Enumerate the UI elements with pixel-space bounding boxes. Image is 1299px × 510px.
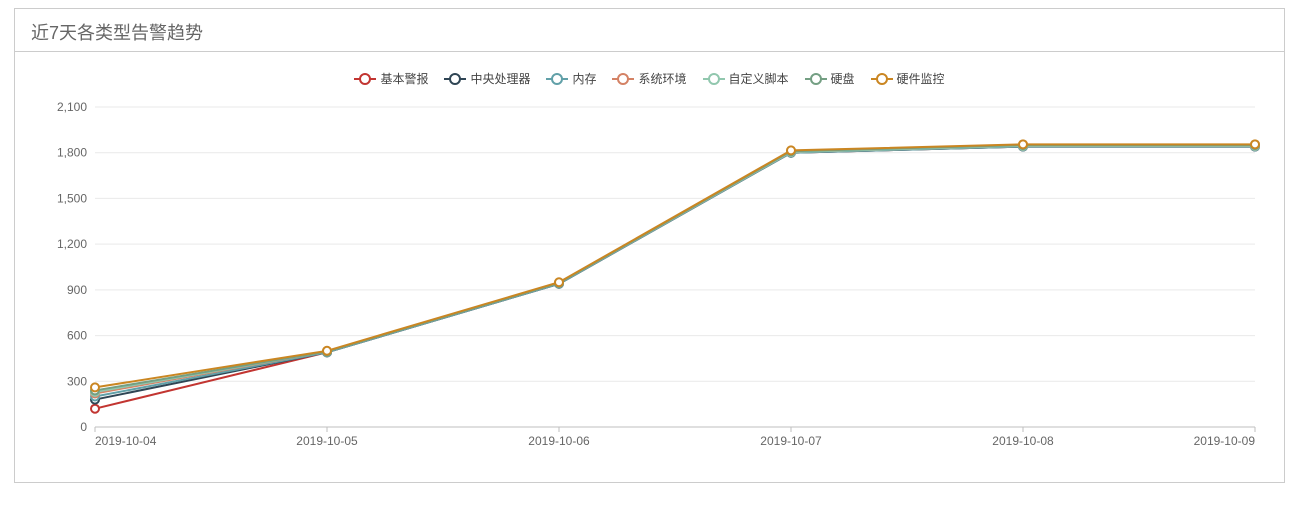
- legend-label: 基本警报: [380, 70, 428, 87]
- series-line-0: [95, 147, 1255, 409]
- legend-item-6[interactable]: 硬件监控: [871, 70, 945, 87]
- y-tick-label: 1,800: [57, 146, 87, 160]
- x-tick-label: 2019-10-08: [992, 434, 1054, 448]
- legend-swatch-icon: [444, 74, 466, 84]
- series-point[interactable]: [91, 405, 99, 413]
- y-tick-label: 1,200: [57, 237, 87, 251]
- legend-label: 系统环境: [638, 70, 686, 87]
- card-title: 近7天各类型告警趋势: [15, 9, 1284, 52]
- legend-label: 内存: [572, 70, 596, 87]
- x-tick-label: 2019-10-09: [1194, 434, 1256, 448]
- x-tick-label: 2019-10-04: [95, 434, 157, 448]
- chart-card: 近7天各类型告警趋势 基本警报 中央处理器 内存 系统环境 自定义脚本 硬盘 硬件监控 0 3…: [14, 8, 1285, 483]
- y-tick-label: 600: [67, 329, 87, 343]
- x-tick-label: 2019-10-05: [296, 434, 358, 448]
- x-tick-label: 2019-10-06: [528, 434, 590, 448]
- legend-swatch-icon: [703, 74, 725, 84]
- series-line-4: [95, 146, 1255, 392]
- legend-item-1[interactable]: 中央处理器: [444, 70, 530, 87]
- legend-label: 中央处理器: [470, 70, 530, 87]
- legend-item-3[interactable]: 系统环境: [612, 70, 686, 87]
- y-tick-label: 0: [80, 420, 87, 434]
- series-point[interactable]: [555, 278, 563, 286]
- legend-swatch-icon: [612, 74, 634, 84]
- legend-swatch-icon: [354, 74, 376, 84]
- y-tick-label: 900: [67, 283, 87, 297]
- chart-legend: 基本警报 中央处理器 内存 系统环境 自定义脚本 硬盘 硬件监控: [15, 52, 1284, 87]
- series-point[interactable]: [787, 146, 795, 154]
- legend-item-0[interactable]: 基本警报: [354, 70, 428, 87]
- series-point[interactable]: [1251, 140, 1259, 148]
- legend-item-2[interactable]: 内存: [546, 70, 596, 87]
- legend-label: 硬件监控: [897, 70, 945, 87]
- chart-area: 基本警报 中央处理器 内存 系统环境 自定义脚本 硬盘 硬件监控 0 300 600 900 1,2…: [15, 52, 1284, 482]
- series-line-6: [95, 144, 1255, 387]
- y-tick-label: 1,500: [57, 191, 87, 205]
- series-point[interactable]: [91, 383, 99, 391]
- series-line-3: [95, 146, 1255, 394]
- legend-swatch-icon: [805, 74, 827, 84]
- series-point[interactable]: [1019, 140, 1027, 148]
- legend-swatch-icon: [871, 74, 893, 84]
- series-point[interactable]: [323, 347, 331, 355]
- legend-item-5[interactable]: 硬盘: [805, 70, 855, 87]
- legend-label: 自定义脚本: [729, 70, 789, 87]
- y-tick-label: 300: [67, 374, 87, 388]
- legend-swatch-icon: [546, 74, 568, 84]
- line-chart: 0 300 600 900 1,200 1,500 1,800 2,100 2019-10-04…: [15, 87, 1275, 467]
- series-line-5: [95, 145, 1255, 390]
- legend-label: 硬盘: [831, 70, 855, 87]
- legend-item-4[interactable]: 自定义脚本: [703, 70, 789, 87]
- x-tick-label: 2019-10-07: [760, 434, 822, 448]
- y-tick-label: 2,100: [57, 100, 87, 114]
